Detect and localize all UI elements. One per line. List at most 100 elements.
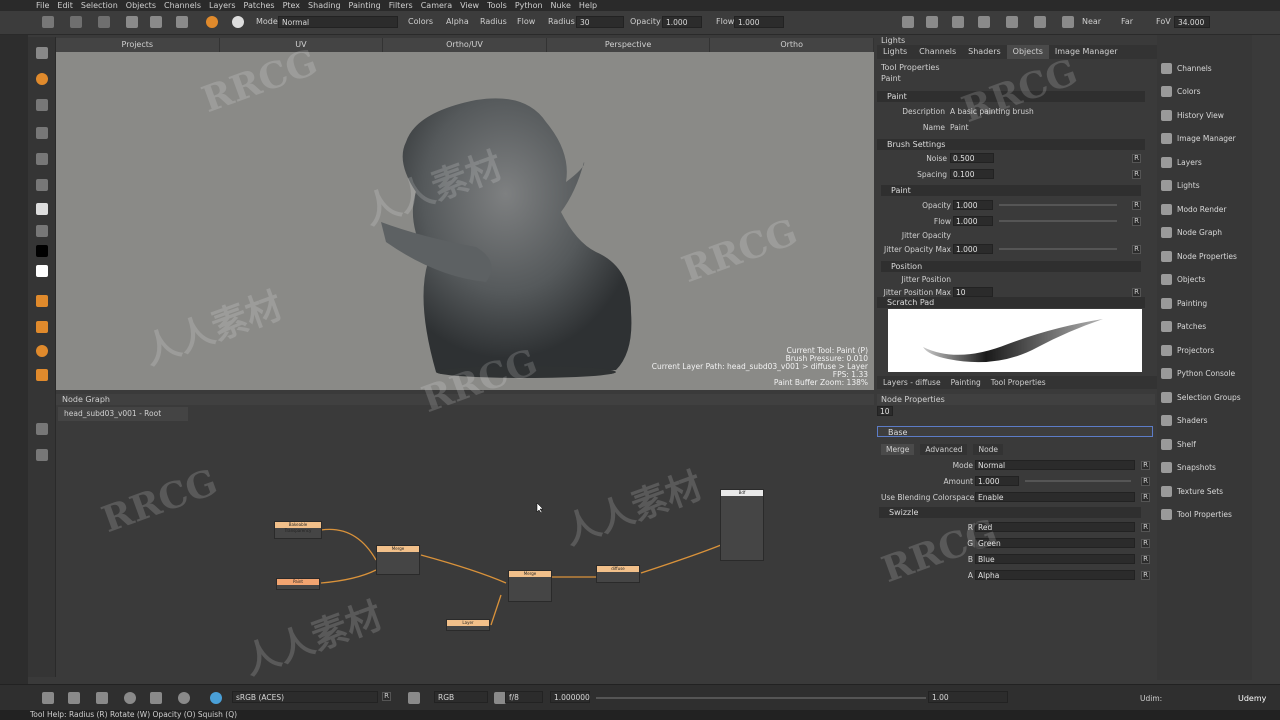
node-graph-canvas[interactable]: head_subd03_v001 - Root Bakeable Transpa… <box>56 405 874 682</box>
sidebar-item[interactable]: Layers <box>1161 153 1202 171</box>
opacity-input[interactable]: 1.000 <box>953 200 993 210</box>
amount-input[interactable]: 1.000 <box>975 476 1019 486</box>
colorspace-reset-button[interactable]: R <box>382 692 391 701</box>
view-tool-icon[interactable] <box>36 449 48 461</box>
menu-item[interactable]: Painting <box>349 1 381 10</box>
swatch-bw-icon[interactable] <box>36 265 48 277</box>
viewport-tab[interactable]: Projects <box>56 38 220 52</box>
menu-item[interactable]: File <box>36 1 49 10</box>
menu-item[interactable]: Objects <box>126 1 156 10</box>
camera-tool-icon[interactable] <box>36 423 48 435</box>
sidebar-item[interactable]: Shelf <box>1161 435 1196 453</box>
opacity-input[interactable]: 1.000 <box>662 16 702 28</box>
scratch-pad-section-header[interactable]: Scratch Pad <box>877 297 1145 308</box>
rotate-icon[interactable] <box>124 692 136 704</box>
graph-node[interactable]: diffuse <box>596 565 640 583</box>
transform-icon[interactable] <box>126 16 138 28</box>
shading-icon[interactable] <box>1006 16 1018 28</box>
plant-icon[interactable] <box>1062 16 1074 28</box>
graph-node[interactable]: Bdf <box>720 489 764 561</box>
mode-reset-button[interactable]: R <box>1141 461 1150 470</box>
sidebar-item[interactable]: Python Console <box>1161 365 1235 383</box>
menu-item[interactable]: Tools <box>487 1 507 10</box>
amount-slider[interactable] <box>1025 480 1131 482</box>
mode-dropdown[interactable]: Normal <box>975 460 1135 470</box>
3d-viewport[interactable]: Current Tool: Paint (P) Brush Pressure: … <box>56 52 874 390</box>
arrow-down-icon[interactable] <box>96 692 108 704</box>
frame-tool-icon[interactable] <box>36 369 48 381</box>
amount-reset-button[interactable]: R <box>1141 477 1150 486</box>
graph-node[interactable]: Bakeable Transparency <box>274 521 322 539</box>
blending-reset-button[interactable]: R <box>1141 493 1150 502</box>
menu-item[interactable]: Nuke <box>551 1 571 10</box>
lasso-icon[interactable] <box>178 692 190 704</box>
flow-checkbox[interactable]: Flow <box>517 17 535 26</box>
sidebar-item[interactable]: Texture Sets <box>1161 482 1223 500</box>
open-icon[interactable] <box>70 16 82 28</box>
node-properties-tab[interactable]: Node <box>973 444 1004 455</box>
texture-icon[interactable] <box>1034 16 1046 28</box>
right-panel-tab[interactable]: Image Manager <box>1049 45 1124 59</box>
stamp-tool-icon[interactable] <box>36 295 48 307</box>
sphere-tool-icon[interactable] <box>36 345 48 357</box>
radius-checkbox[interactable]: Radius <box>480 17 507 26</box>
gain-field[interactable]: 1.000000 <box>550 691 590 703</box>
node-properties-tab[interactable]: Merge <box>881 444 915 455</box>
menu-item[interactable]: Selection <box>81 1 118 10</box>
erase-tool-icon[interactable] <box>36 153 48 165</box>
flow-slider[interactable] <box>999 220 1117 222</box>
right-panel-bottom-tab[interactable]: Layers - diffuse <box>883 376 941 389</box>
paint-tool-icon[interactable] <box>36 73 48 85</box>
jitter-opacity-max-slider[interactable] <box>999 248 1117 250</box>
position-section-header[interactable]: Position <box>881 261 1141 272</box>
menu-item[interactable]: Edit <box>57 1 73 10</box>
alpha-checkbox[interactable]: Alpha <box>446 17 469 26</box>
jitter-position-max-reset-button[interactable]: R <box>1132 288 1141 297</box>
right-panel-bottom-tab[interactable]: Tool Properties <box>991 376 1046 389</box>
menu-item[interactable]: View <box>460 1 479 10</box>
sidebar-item[interactable]: Shaders <box>1161 412 1207 430</box>
sidebar-item[interactable]: Selection Groups <box>1161 388 1241 406</box>
sidebar-item[interactable]: Colors <box>1161 83 1201 101</box>
menu-item[interactable]: Camera <box>421 1 452 10</box>
brush-icon[interactable] <box>232 16 244 28</box>
mode-dropdown[interactable]: Normal <box>278 16 398 28</box>
right-panel-tab[interactable]: Shaders <box>962 45 1007 59</box>
swap-color-icon[interactable] <box>36 225 48 237</box>
menu-item[interactable]: Patches <box>244 1 275 10</box>
opacity-reset-button[interactable]: R <box>1132 201 1141 210</box>
sidebar-item[interactable]: Node Properties <box>1161 247 1237 265</box>
r-value-field[interactable]: 1.00 <box>928 691 1008 703</box>
sidebar-item[interactable]: Projectors <box>1161 341 1214 359</box>
swatch-white-icon[interactable] <box>36 203 48 215</box>
gain-slider[interactable] <box>596 697 926 699</box>
grid-tool-icon[interactable] <box>36 127 48 139</box>
viewport-tab[interactable]: Perspective <box>547 38 711 52</box>
sidebar-item[interactable]: Lights <box>1161 177 1200 195</box>
node-id-field[interactable]: 10 <box>877 406 893 416</box>
viewport-tab[interactable]: UV <box>220 38 384 52</box>
pointer-tool-icon[interactable] <box>36 47 48 59</box>
menu-item[interactable]: Python <box>515 1 543 10</box>
jitter-position-max-input[interactable]: 10 <box>953 287 993 297</box>
menu-item[interactable]: Ptex <box>283 1 300 10</box>
radius-input[interactable]: 30 <box>576 16 624 28</box>
swizzle-b-reset-button[interactable]: R <box>1141 555 1150 564</box>
fov-input[interactable]: 34.000 <box>1174 16 1210 28</box>
swizzle-g-dropdown[interactable]: Green <box>975 538 1135 548</box>
channel-dropdown[interactable]: RGB <box>434 691 488 703</box>
select-tool-icon[interactable] <box>36 99 48 111</box>
swizzle-a-reset-button[interactable]: R <box>1141 571 1150 580</box>
color-wheel-icon[interactable] <box>210 692 222 704</box>
base-section-header[interactable]: Base <box>877 426 1153 437</box>
swizzle-a-dropdown[interactable]: Alpha <box>975 570 1135 580</box>
paint-subsection-header[interactable]: Paint <box>881 185 1141 196</box>
right-panel-tab[interactable]: Lights <box>877 45 913 59</box>
sidebar-item[interactable]: Painting <box>1161 294 1207 312</box>
fstop-field[interactable]: f/8 <box>505 691 543 703</box>
spacing-reset-button[interactable]: R <box>1132 170 1141 179</box>
swizzle-r-dropdown[interactable]: Red <box>975 522 1135 532</box>
noise-input[interactable]: 0.500 <box>950 153 994 163</box>
sidebar-item[interactable]: Patches <box>1161 318 1206 336</box>
node-properties-tab[interactable]: Advanced <box>920 444 968 455</box>
